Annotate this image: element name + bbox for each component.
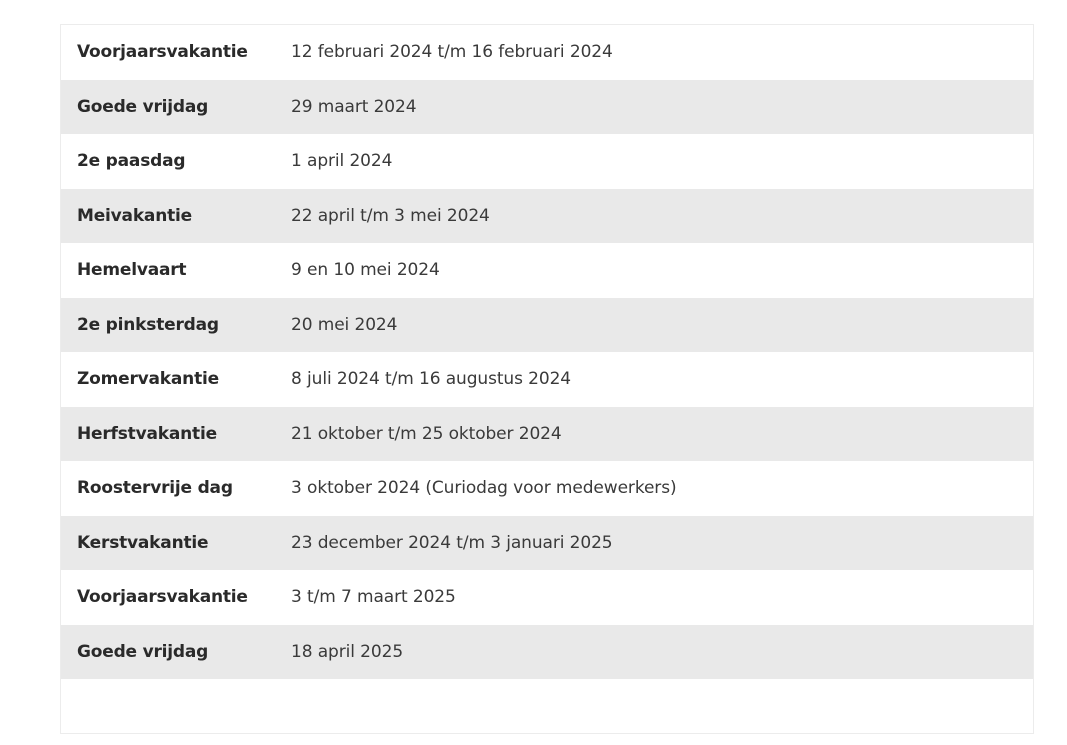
holiday-date: 20 mei 2024 bbox=[291, 314, 398, 335]
holiday-date: 9 en 10 mei 2024 bbox=[291, 260, 440, 281]
holiday-name: Goede vrijdag bbox=[77, 96, 209, 117]
table-row: Voorjaarsvakantie 3 t/m 7 maart 2025 bbox=[61, 570, 1033, 625]
holiday-name: Voorjaarsvakantie bbox=[77, 42, 248, 63]
table-row: Meivakantie 22 april t/m 3 mei 2024 bbox=[61, 188, 1033, 243]
holiday-date: 23 december 2024 t/m 3 januari 2025 bbox=[291, 532, 613, 553]
table-row: Goede vrijdag 18 april 2025 bbox=[61, 624, 1033, 679]
holiday-name: Kerstvakantie bbox=[77, 532, 209, 553]
holiday-name: Meivakantie bbox=[77, 205, 192, 226]
holiday-name: Goede vrijdag bbox=[77, 641, 209, 662]
holiday-date: 3 oktober 2024 (Curiodag voor medewerker… bbox=[291, 478, 677, 499]
holiday-table-container: Voorjaarsvakantie 12 februari 2024 t/m 1… bbox=[60, 24, 1034, 734]
table-row: Voorjaarsvakantie 12 februari 2024 t/m 1… bbox=[61, 25, 1033, 80]
table-row: 2e pinksterdag 20 mei 2024 bbox=[61, 297, 1033, 352]
table-row: Goede vrijdag 29 maart 2024 bbox=[61, 79, 1033, 134]
table-row: Herfstvakantie 21 oktober t/m 25 oktober… bbox=[61, 406, 1033, 461]
holiday-name: Roostervrije dag bbox=[77, 478, 233, 499]
table-row: Roostervrije dag 3 oktober 2024 (Curioda… bbox=[61, 461, 1033, 516]
table-row: Hemelvaart 9 en 10 mei 2024 bbox=[61, 243, 1033, 298]
holiday-date: 8 juli 2024 t/m 16 augustus 2024 bbox=[291, 369, 572, 390]
holiday-date: 29 maart 2024 bbox=[291, 96, 417, 117]
holiday-date: 18 april 2025 bbox=[291, 641, 404, 662]
table-row: 2e paasdag 1 april 2024 bbox=[61, 134, 1033, 189]
holiday-name: Hemelvaart bbox=[77, 260, 187, 281]
holiday-name: Zomervakantie bbox=[77, 369, 219, 390]
holiday-date: 21 oktober t/m 25 oktober 2024 bbox=[291, 423, 562, 444]
holiday-date: 12 februari 2024 t/m 16 februari 2024 bbox=[291, 42, 613, 63]
holiday-date: 3 t/m 7 maart 2025 bbox=[291, 587, 456, 608]
holiday-table: Voorjaarsvakantie 12 februari 2024 t/m 1… bbox=[61, 25, 1033, 679]
holiday-name: 2e paasdag bbox=[77, 151, 186, 172]
holiday-date: 22 april t/m 3 mei 2024 bbox=[291, 205, 490, 226]
table-row: Kerstvakantie 23 december 2024 t/m 3 jan… bbox=[61, 515, 1033, 570]
holiday-name: 2e pinksterdag bbox=[77, 314, 219, 335]
holiday-date: 1 april 2024 bbox=[291, 151, 393, 172]
holiday-name: Herfstvakantie bbox=[77, 423, 217, 444]
table-row: Zomervakantie 8 juli 2024 t/m 16 augustu… bbox=[61, 352, 1033, 407]
holiday-name: Voorjaarsvakantie bbox=[77, 587, 248, 608]
